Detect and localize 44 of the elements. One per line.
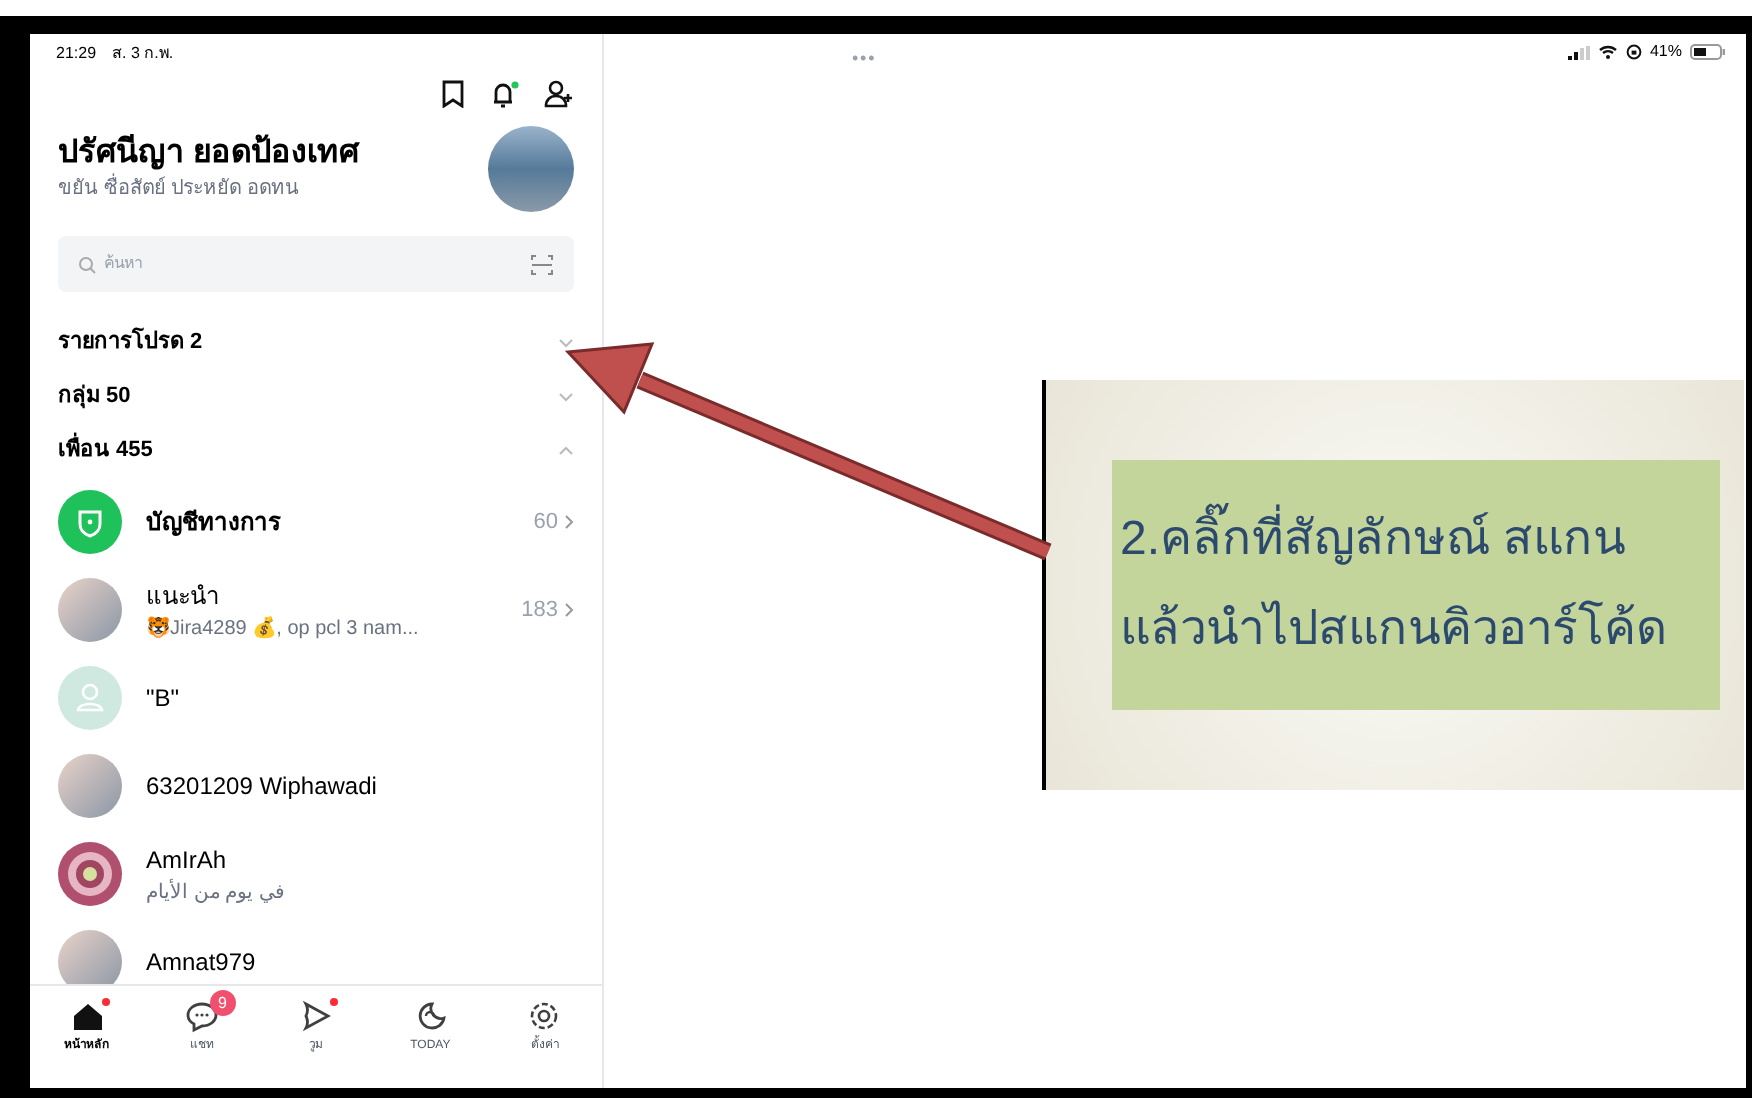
friend-status: في يوم من الأيام: [146, 877, 287, 907]
chevron-right-icon[interactable]: [564, 602, 574, 618]
scan-icon[interactable]: [530, 253, 554, 275]
photo-placeholder: [58, 754, 122, 818]
lock-rotation-icon: [1625, 44, 1642, 60]
search-icon: [78, 255, 96, 273]
person-avatar-icon: [58, 666, 122, 730]
friend-name[interactable]: แนะนำ: [146, 577, 498, 613]
status-date: ส. 3 ก.พ.: [112, 42, 174, 66]
profile-status: ขยัน ซื่อสัตย์ ประหยัด อดทน: [58, 174, 359, 204]
friend-name[interactable]: "B": [146, 680, 574, 716]
signal-icon: [1567, 45, 1590, 59]
friend-status: 🐯Jira4289 💰, op pcl 3 nam...: [146, 614, 421, 643]
profile-photo[interactable]: [488, 126, 574, 212]
settings-icon: [526, 998, 563, 1034]
section-header[interactable]: รายการโปรด 2: [58, 326, 203, 360]
friend-name[interactable]: บัญชีทางการ: [146, 504, 510, 540]
rings-avatar-icon: [58, 842, 122, 906]
unread-badge: 9: [209, 990, 236, 1016]
status-time: 21:29: [56, 42, 97, 66]
bell-icon[interactable]: [490, 80, 520, 110]
friend-name[interactable]: 63201209 Wiphawadi: [146, 768, 574, 804]
wifi-icon: [1597, 44, 1618, 60]
chevron-down-icon[interactable]: [558, 338, 574, 348]
search-placeholder: ค้นหา: [104, 252, 144, 276]
photo-placeholder: [58, 930, 122, 984]
shield-avatar-icon: [58, 490, 122, 554]
bookmark-icon[interactable]: [440, 80, 466, 108]
friend-name[interactable]: Amnat979: [146, 944, 574, 980]
chat-bubble-icon: [183, 998, 220, 1034]
add-friend-icon[interactable]: [544, 80, 574, 108]
home-icon: [69, 998, 106, 1034]
chevron-right-icon[interactable]: [564, 514, 574, 530]
callout-text: แล้วนำไปสแกนคิวอาร์โค้ด: [1120, 601, 1670, 659]
friend-name[interactable]: AmIrAh: [146, 841, 574, 877]
chevron-up-icon[interactable]: [558, 446, 574, 456]
photo-placeholder: [58, 578, 122, 642]
profile-name: ปรัศนีญา ยอดป้องเทศ: [58, 134, 359, 173]
chevron-down-icon[interactable]: [558, 392, 574, 402]
play-icon: [297, 998, 334, 1034]
section-header[interactable]: กลุ่ม 50: [58, 380, 131, 414]
battery-percent: 41%: [1649, 40, 1682, 64]
section-header[interactable]: เพื่อน 455: [58, 434, 153, 468]
battery-icon: [1690, 44, 1726, 60]
